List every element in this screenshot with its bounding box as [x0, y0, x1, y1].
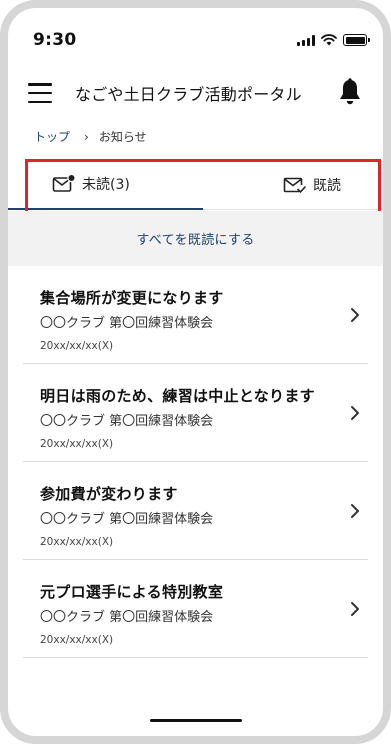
- notice-date: 20xx/xx/xx(X): [40, 634, 114, 646]
- notice-list: 集合場所が変更になります 〇〇クラブ 第〇回練習体験会 20xx/xx/xx(X…: [23, 266, 368, 658]
- breadcrumb-home-link[interactable]: トップ: [34, 128, 70, 145]
- chevron-right-icon: [351, 601, 359, 616]
- notice-title: 集合場所が変更になります: [40, 289, 224, 307]
- status-time: 9:30: [33, 30, 77, 50]
- notice-date: 20xx/xx/xx(X): [40, 340, 114, 352]
- notice-club: 〇〇クラブ 第〇回練習体験会: [40, 610, 214, 625]
- notice-club: 〇〇クラブ 第〇回練習体験会: [40, 414, 214, 429]
- notice-tabs: 未読(3) 既読: [8, 160, 383, 210]
- notice-title: 参加費が変わります: [40, 485, 178, 503]
- battery-icon: [343, 34, 370, 46]
- screen: 9:30 なごや土日クラブ活動ポータル トップ › お知らせ 未読(3) 既読 …: [8, 8, 383, 736]
- mail-check-icon: [283, 177, 306, 193]
- chevron-right-icon: [351, 503, 359, 518]
- status-bar: 9:30: [8, 8, 383, 68]
- notice-title: 元プロ選手による特別教室: [40, 583, 224, 601]
- phone-frame: 9:30 なごや土日クラブ活動ポータル トップ › お知らせ 未読(3) 既読 …: [0, 0, 391, 744]
- notice-club: 〇〇クラブ 第〇回練習体験会: [40, 512, 214, 527]
- tab-read[interactable]: 既読: [203, 160, 383, 210]
- chevron-right-icon: [351, 307, 359, 322]
- app-header: なごや土日クラブ活動ポータル: [8, 68, 383, 116]
- breadcrumb: トップ › お知らせ: [34, 128, 147, 145]
- mail-unread-icon: [52, 174, 76, 192]
- list-item[interactable]: 元プロ選手による特別教室 〇〇クラブ 第〇回練習体験会 20xx/xx/xx(X…: [23, 560, 368, 658]
- notice-date: 20xx/xx/xx(X): [40, 438, 114, 450]
- notice-date: 20xx/xx/xx(X): [40, 536, 114, 548]
- bell-icon[interactable]: [337, 78, 363, 106]
- home-indicator: [149, 719, 242, 722]
- list-item[interactable]: 集合場所が変更になります 〇〇クラブ 第〇回練習体験会 20xx/xx/xx(X…: [23, 266, 368, 364]
- list-item[interactable]: 明日は雨のため、練習は中止となります 〇〇クラブ 第〇回練習体験会 20xx/x…: [23, 364, 368, 462]
- status-icons: [297, 34, 370, 46]
- breadcrumb-separator: ›: [84, 129, 89, 144]
- cellular-signal-icon: [297, 34, 315, 46]
- tab-unread-label: 未読(3): [82, 177, 130, 193]
- notice-title: 明日は雨のため、練習は中止となります: [40, 387, 315, 405]
- mark-all-read-bar: すべてを既読にする: [8, 211, 383, 266]
- tab-read-label: 既読: [313, 177, 341, 194]
- hamburger-menu-icon[interactable]: [28, 83, 52, 103]
- breadcrumb-current: お知らせ: [98, 130, 147, 144]
- notice-club: 〇〇クラブ 第〇回練習体験会: [40, 316, 214, 331]
- tab-unread[interactable]: 未読(3): [8, 160, 203, 210]
- mark-all-read-button[interactable]: すべてを既読にする: [136, 229, 254, 248]
- list-item[interactable]: 参加費が変わります 〇〇クラブ 第〇回練習体験会 20xx/xx/xx(X): [23, 462, 368, 560]
- chevron-right-icon: [351, 405, 359, 420]
- app-title: なごや土日クラブ活動ポータル: [75, 85, 302, 104]
- wifi-icon: [321, 34, 337, 46]
